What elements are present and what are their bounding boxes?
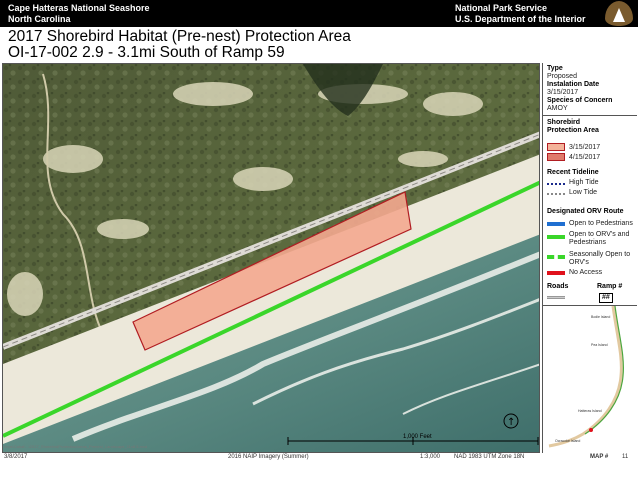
footer-date: 3/8/2017 bbox=[4, 454, 28, 460]
type-value: Proposed bbox=[547, 73, 577, 80]
type-label: Type bbox=[547, 65, 563, 72]
roads-label: Roads bbox=[547, 283, 569, 290]
species-value: AMOY bbox=[547, 105, 568, 112]
north-arrow-glyph: ↑ bbox=[507, 417, 515, 428]
date-label: Instalation Date bbox=[547, 81, 600, 88]
ramp-label: Ramp # bbox=[597, 283, 623, 290]
footer-map-number: 11 bbox=[622, 454, 629, 460]
department-name: U.S. Department of the Interior bbox=[455, 14, 586, 24]
roads-swatch bbox=[547, 296, 565, 299]
footer-scale: 1:3,000 bbox=[420, 454, 441, 460]
legend-panel: Type Proposed Instalation Date 3/15/2017… bbox=[542, 63, 637, 453]
shorebird-item-2: 4/15/2017 bbox=[569, 154, 601, 161]
inset-label-ocracoke: Ocracoke Island bbox=[555, 439, 580, 443]
document-path: \\nps\Cahal\...\2017_ShorebirdProtection… bbox=[4, 444, 148, 449]
map-title: 2017 Shorebird Habitat (Pre-nest) Protec… bbox=[8, 28, 351, 45]
orv-item-open: Open to ORV's and Pedestrians bbox=[569, 231, 630, 246]
shorebird-item-1: 3/15/2017 bbox=[569, 144, 601, 151]
map-frame[interactable]: 1,000 Feet ↑ bbox=[2, 63, 540, 453]
park-name-block: Cape Hatteras National Seashore North Ca… bbox=[8, 3, 150, 25]
footer-datum: NAD 1983 UTM Zone 18N bbox=[454, 454, 525, 460]
tideline-legend-title: Recent Tideline bbox=[547, 169, 599, 176]
orv-item-noaccess: No Access bbox=[569, 269, 603, 276]
map-subtitle: OI-17-002 2.9 - 3.1mi South of Ramp 59 bbox=[8, 44, 285, 61]
agency-name: National Park Service bbox=[455, 3, 548, 13]
date-value: 3/15/2017 bbox=[547, 89, 579, 96]
agency-block: National Park Service U.S. Department of… bbox=[455, 3, 586, 25]
orv-item-seasonal: Seasonally Open to ORV's bbox=[569, 251, 631, 266]
aerial-map[interactable]: 1,000 Feet ↑ bbox=[3, 64, 540, 453]
high-tide-swatch bbox=[547, 183, 565, 185]
park-state: North Carolina bbox=[8, 14, 71, 24]
inset-locator-map: Bodie Island Pea Island Hatteras Island … bbox=[543, 306, 637, 453]
tideline-item-low: Low Tide bbox=[569, 189, 598, 196]
footer: \\nps\Cahal\...\2017_ShorebirdProtection… bbox=[0, 444, 638, 492]
orv-seasonal-swatch bbox=[547, 255, 565, 259]
orv-noaccess-swatch bbox=[547, 271, 565, 275]
inset-label-bodie: Bodie Island bbox=[591, 315, 610, 319]
orv-legend-title: Designated ORV Route bbox=[547, 208, 624, 215]
ramp-value: ## bbox=[599, 293, 613, 303]
low-tide-swatch bbox=[547, 193, 565, 195]
inset-label-hatteras: Hatteras Island bbox=[578, 409, 602, 413]
shorebird-legend-title: Shorebird Protection Area bbox=[547, 119, 599, 134]
orv-pedestrian-swatch bbox=[547, 222, 565, 226]
park-name: Cape Hatteras National Seashore bbox=[8, 3, 150, 13]
map-page: Cape Hatteras National Seashore North Ca… bbox=[0, 0, 638, 492]
orv-open-swatch bbox=[547, 235, 565, 239]
footer-map-label: MAP # bbox=[590, 454, 609, 460]
tideline-item-high: High Tide bbox=[569, 179, 599, 186]
inset-label-pea: Pea Island bbox=[591, 343, 608, 347]
footer-imagery: 2016 NAIP Imagery (Summer) bbox=[228, 454, 309, 460]
nps-arrowhead-logo-icon bbox=[605, 1, 633, 26]
species-label: Species of Concern bbox=[547, 97, 613, 104]
legend-type-block: Type Proposed Instalation Date 3/15/2017… bbox=[547, 65, 612, 113]
shorebird-swatch-2 bbox=[547, 153, 565, 161]
scale-label: 1,000 Feet bbox=[403, 434, 432, 440]
header-bar: Cape Hatteras National Seashore North Ca… bbox=[0, 0, 638, 27]
orv-item-pedestrian: Open to Pedestrians bbox=[569, 220, 633, 227]
shorebird-swatch-1 bbox=[547, 143, 565, 151]
